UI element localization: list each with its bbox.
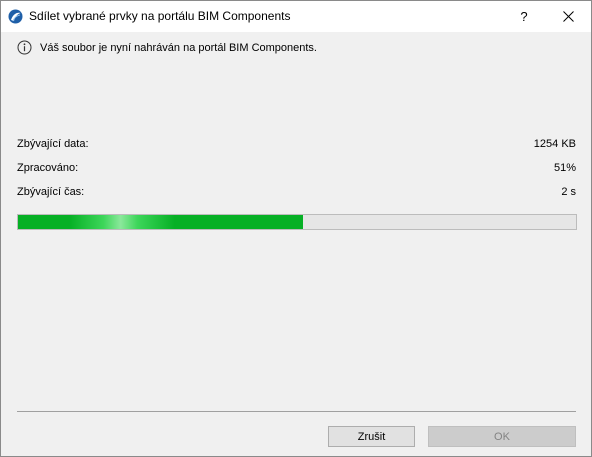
divider (17, 411, 576, 412)
progress-fill (18, 215, 303, 229)
cancel-button[interactable]: Zrušit (328, 426, 415, 447)
window-title: Sdílet vybrané prvky na portálu BIM Comp… (29, 9, 291, 23)
archicad-logo-icon (8, 9, 23, 24)
processed-value: 51% (553, 162, 576, 174)
cancel-button-label: Zrušit (357, 430, 386, 443)
info-row: Váš soubor je nyní nahráván na portál BI… (17, 40, 317, 55)
upload-progress-bar (17, 214, 577, 230)
remaining-data-value: 1254 KB (533, 138, 576, 150)
info-circle-icon (17, 40, 32, 55)
title-bar[interactable]: Sdílet vybrané prvky na portálu BIM Comp… (1, 1, 591, 32)
remaining-time-label: Zbývající čas: (17, 186, 85, 198)
remaining-data-label: Zbývající data: (17, 138, 89, 150)
help-label: ? (520, 9, 528, 24)
help-button[interactable]: ? (501, 1, 547, 32)
info-message: Váš soubor je nyní nahráván na portál BI… (40, 41, 317, 54)
close-button[interactable] (546, 1, 591, 32)
remaining-time-value: 2 s (561, 186, 576, 198)
ok-button-label: OK (494, 430, 510, 443)
dialog-content: Váš soubor je nyní nahráván na portál BI… (1, 32, 591, 456)
ok-button[interactable]: OK (428, 426, 576, 447)
close-icon (563, 11, 574, 22)
dialog-window: Sdílet vybrané prvky na portálu BIM Comp… (0, 0, 592, 457)
processed-label: Zpracováno: (17, 162, 79, 174)
